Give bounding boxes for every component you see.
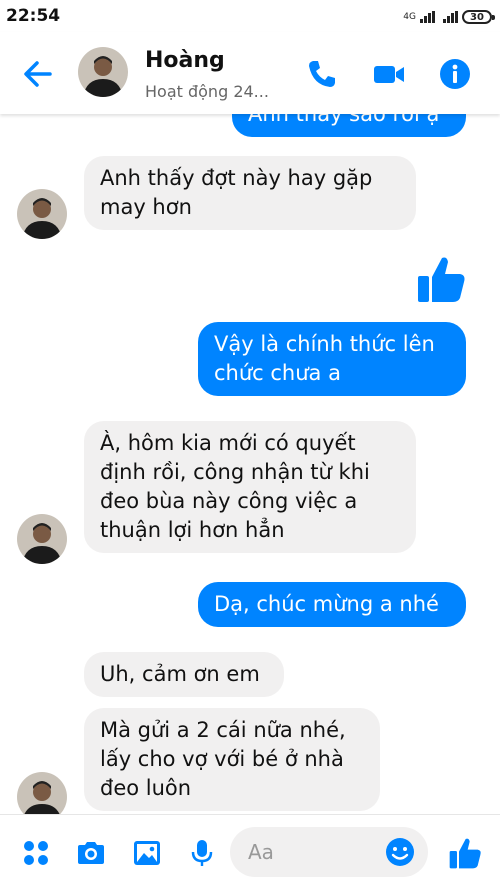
status-bar: 22:54 4G 30 (0, 0, 500, 32)
info-icon[interactable] (438, 57, 472, 91)
message-input[interactable]: Aa (230, 827, 428, 877)
message-bubble-incoming[interactable]: Mà gửi a 2 cái nữa nhé, lấy cho vợ với b… (84, 708, 380, 811)
message-bubble-outgoing[interactable]: Vậy là chính thức lên chức chưa a (198, 322, 466, 396)
signal-icon-2 (443, 11, 458, 23)
message-list: Anh thấy sao rồi ạ Anh thấy đợt này hay … (0, 114, 500, 814)
sender-avatar (17, 189, 67, 239)
status-indicators: 4G 30 (403, 8, 495, 26)
chat-header: Hoàng Hoạt động 24... (0, 32, 500, 114)
apps-grid-icon[interactable] (20, 837, 52, 869)
message-bubble-incoming[interactable]: Anh thấy đợt này hay gặp may hơn (84, 156, 416, 230)
phone-icon[interactable] (305, 57, 339, 91)
back-arrow-icon[interactable] (20, 56, 56, 92)
emoji-icon[interactable] (384, 836, 416, 868)
thumbs-up-icon[interactable] (414, 252, 468, 306)
thumbs-up-icon[interactable] (447, 835, 483, 871)
sender-avatar (17, 514, 67, 564)
message-bubble-outgoing[interactable]: Dạ, chúc mừng a nhé (198, 582, 466, 627)
image-icon[interactable] (131, 837, 163, 869)
message-input-placeholder: Aa (248, 840, 274, 864)
message-bubble-incoming[interactable]: À, hôm kia mới có quyết định rồi, công n… (84, 421, 416, 553)
message-bubble-outgoing[interactable]: Anh thấy sao rồi ạ (232, 114, 466, 137)
status-time: 22:54 (6, 6, 61, 26)
contact-avatar[interactable] (78, 47, 128, 97)
active-status: Hoạt động 24... (145, 82, 269, 101)
camera-icon[interactable] (75, 837, 107, 869)
message-bubble-incoming[interactable]: Uh, cảm ơn em (84, 652, 284, 697)
video-call-icon[interactable] (372, 57, 406, 91)
composer-bar: Aa (0, 814, 500, 890)
battery-level: 30 (470, 11, 484, 23)
network-label: 4G (403, 11, 416, 22)
microphone-icon[interactable] (186, 837, 218, 869)
contact-name: Hoàng (145, 48, 225, 73)
signal-icon (420, 11, 435, 23)
battery-icon: 30 (462, 10, 495, 24)
sender-avatar (17, 772, 67, 814)
